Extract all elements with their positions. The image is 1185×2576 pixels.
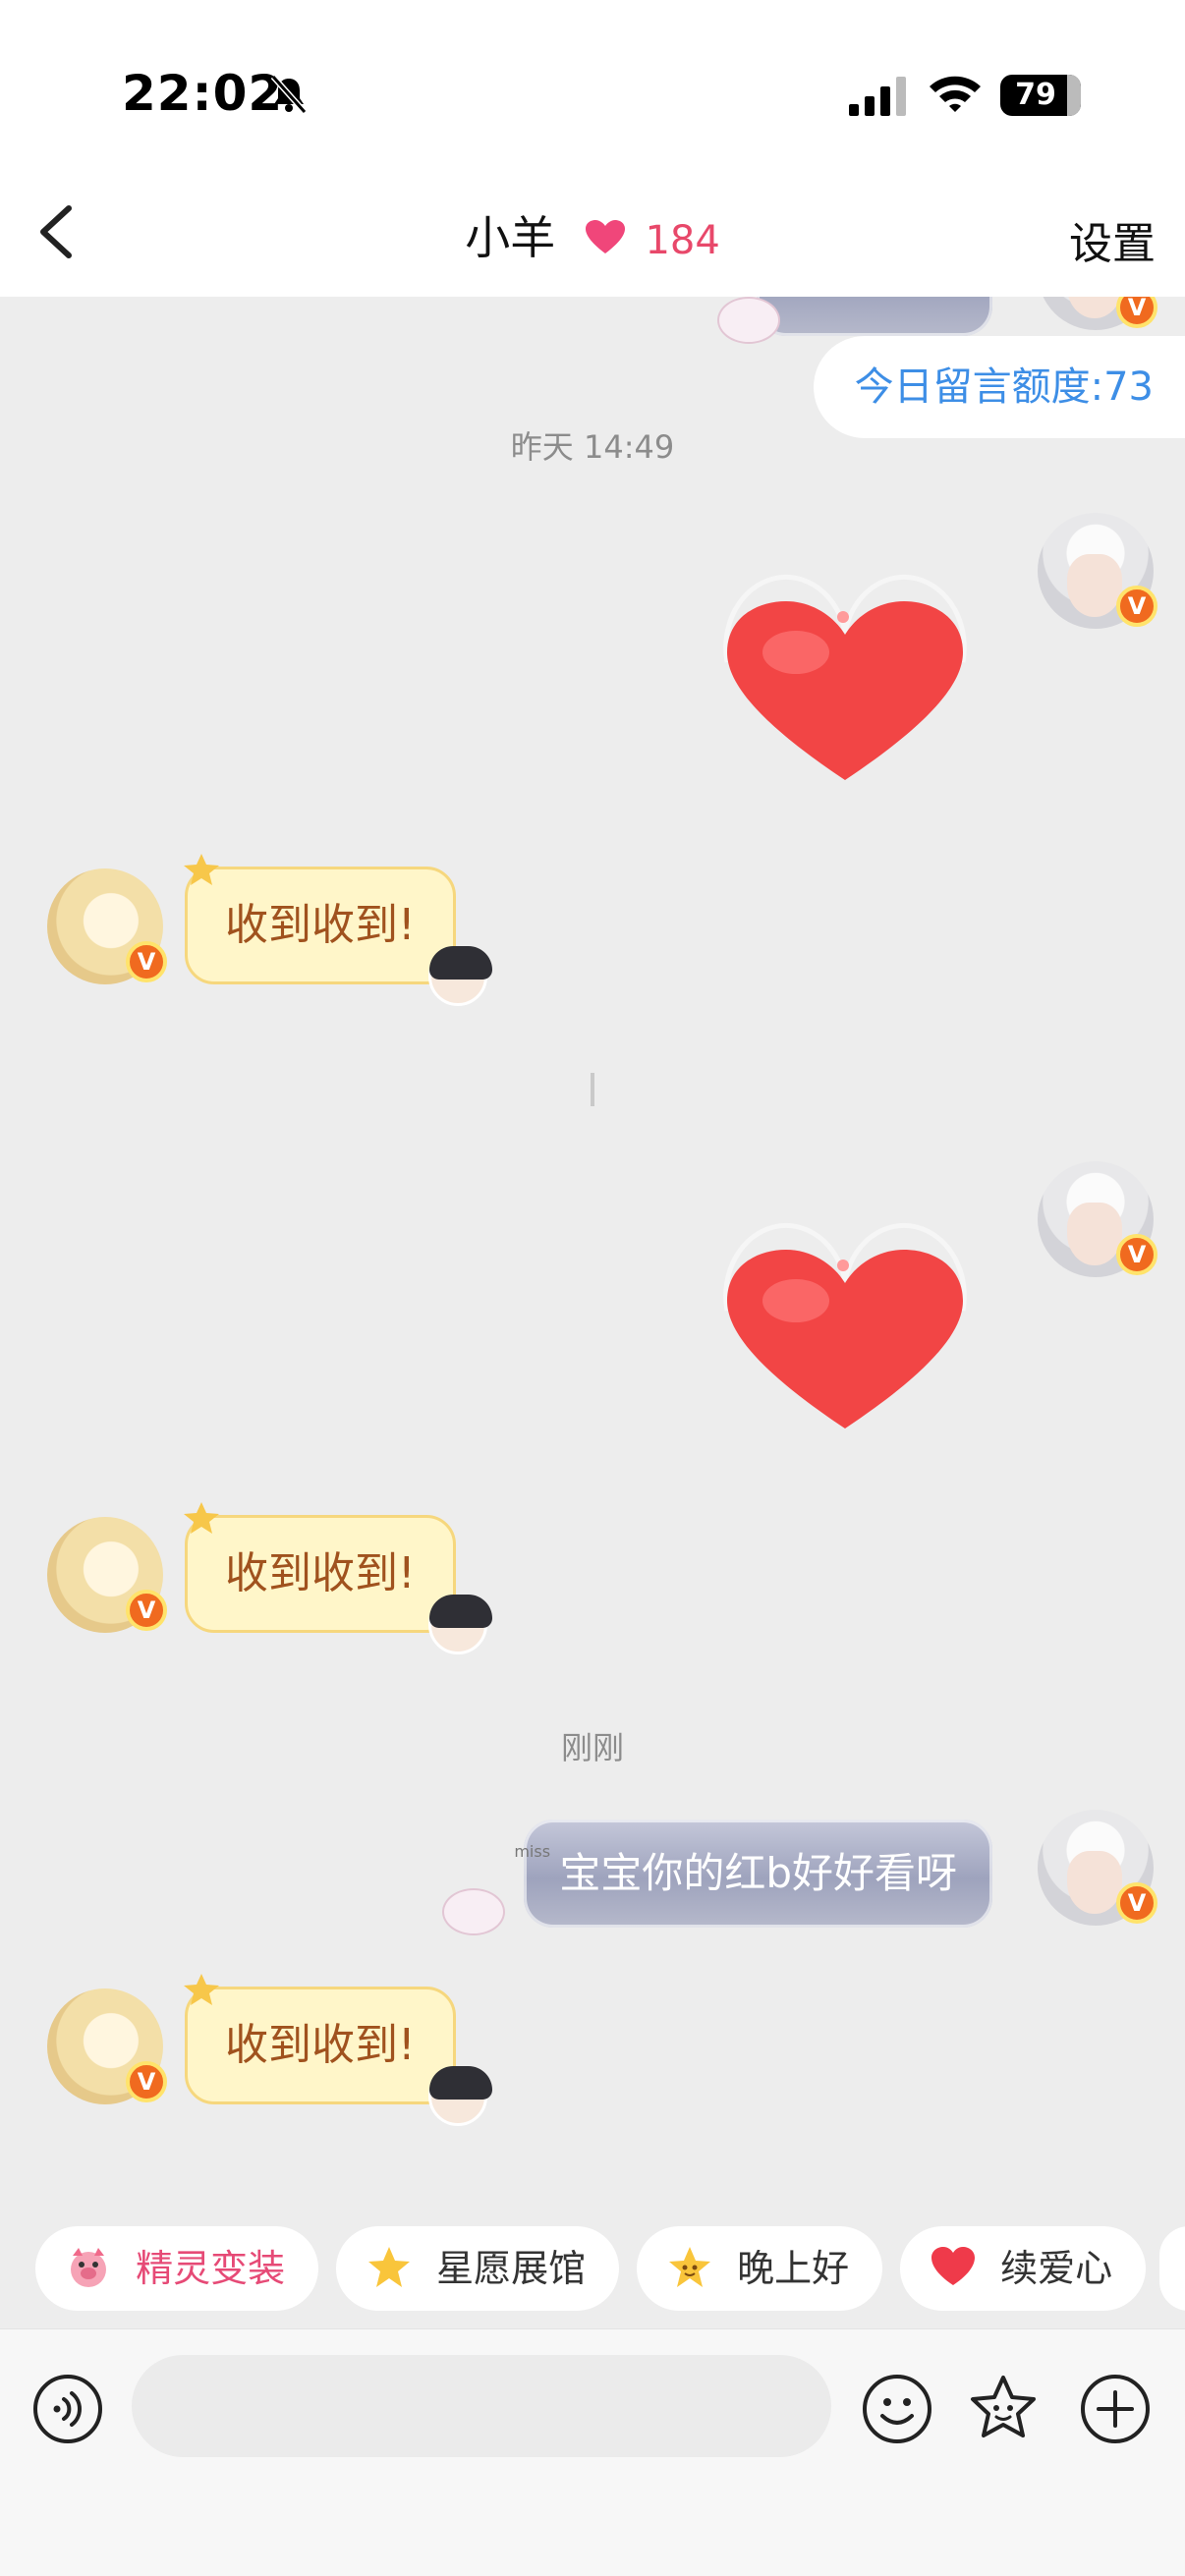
quick-action-chip[interactable]: 精灵变装 xyxy=(35,2226,319,2311)
star-decoration-icon xyxy=(184,854,219,885)
contact-avatar[interactable]: V xyxy=(47,868,167,984)
status-time: 22:02 xyxy=(122,65,284,122)
battery-level: 79 xyxy=(1015,78,1056,112)
star-icon xyxy=(368,2247,410,2287)
boy-sticker xyxy=(428,1595,492,1654)
add-icon[interactable] xyxy=(1079,2373,1152,2445)
message-bubble[interactable]: miss 宝宝你的红b好好看呀 xyxy=(514,1820,992,1928)
pig-icon xyxy=(71,2248,106,2287)
my-avatar[interactable]: V xyxy=(1038,297,1157,330)
cellular-signal-icon xyxy=(849,77,906,116)
nav-bar: 小羊 184 设置 xyxy=(0,167,1185,297)
intimacy-count: 184 xyxy=(645,218,720,263)
quick-action-chip-partial[interactable] xyxy=(1159,2226,1185,2311)
wifi-icon xyxy=(930,76,981,112)
my-avatar[interactable]: V xyxy=(1038,513,1157,629)
timestamp: 昨天 14:49 xyxy=(510,428,675,466)
heart-sticker-icon[interactable] xyxy=(707,1222,983,1458)
my-avatar[interactable]: V xyxy=(1038,1810,1157,1926)
boy-sticker xyxy=(428,2066,492,2126)
message-bubble[interactable]: 收到收到! xyxy=(184,1502,456,1633)
boy-sticker xyxy=(428,946,492,1006)
sheep-sticker xyxy=(442,1888,505,1935)
battery-indicator: 79 xyxy=(1000,75,1081,116)
loading-indicator xyxy=(0,1073,1185,1114)
intimacy-heart-icon xyxy=(585,220,625,253)
sticker-star-icon[interactable] xyxy=(967,2373,1040,2445)
settings-button[interactable]: 设置 xyxy=(1069,208,1156,271)
chip-label: 星愿展馆 xyxy=(436,2247,587,2290)
message-text: 收到收到! xyxy=(225,1548,416,1598)
contact-name: 小羊 xyxy=(465,211,556,264)
quick-actions-bar: 精灵变装 星愿展馆 晚上好 续爱心 xyxy=(0,2218,1185,2328)
star-decoration-icon xyxy=(184,1502,219,1534)
quick-action-chip[interactable]: 晚上好 xyxy=(637,2226,883,2311)
heart-icon xyxy=(931,2247,975,2285)
chat-title: 小羊 184 xyxy=(0,202,1185,267)
message-text: 收到收到! xyxy=(225,2020,416,2070)
quick-action-chip[interactable]: 星愿展馆 xyxy=(336,2226,620,2311)
chat-area[interactable]: V 今日留言额度:73 昨天 14:49 V V 收到收到! V V 收到收到!… xyxy=(0,297,1185,2218)
quick-action-chip[interactable]: 续爱心 xyxy=(900,2226,1147,2311)
emoji-icon[interactable] xyxy=(861,2373,933,2445)
heart-sticker-icon[interactable] xyxy=(707,574,983,810)
voice-icon[interactable] xyxy=(31,2373,104,2445)
message-text: 收到收到! xyxy=(225,900,416,950)
message-bubble[interactable]: 收到收到! xyxy=(184,1974,456,2104)
chip-label: 续爱心 xyxy=(1000,2247,1113,2290)
message-bubble[interactable]: 收到收到! xyxy=(184,854,456,984)
contact-avatar[interactable]: V xyxy=(47,1517,167,1633)
partial-message-bubble xyxy=(757,297,992,336)
timestamp: 刚刚 xyxy=(560,1729,624,1766)
smiling-star-icon xyxy=(669,2247,710,2287)
status-bar: 22:02 79 xyxy=(0,0,1185,167)
contact-avatar[interactable]: V xyxy=(47,1988,167,2104)
sticker-tag: miss xyxy=(514,1842,551,1861)
chip-label: 精灵变装 xyxy=(136,2247,286,2290)
bell-muted-icon xyxy=(270,75,308,114)
my-avatar[interactable]: V xyxy=(1038,1161,1157,1277)
sheep-sticker xyxy=(717,297,780,344)
input-bar xyxy=(0,2328,1185,2576)
star-decoration-icon xyxy=(184,1974,219,2005)
chip-label: 晚上好 xyxy=(737,2247,850,2290)
message-text: 宝宝你的红b好好看呀 xyxy=(559,1849,957,1897)
message-input[interactable] xyxy=(132,2355,831,2457)
